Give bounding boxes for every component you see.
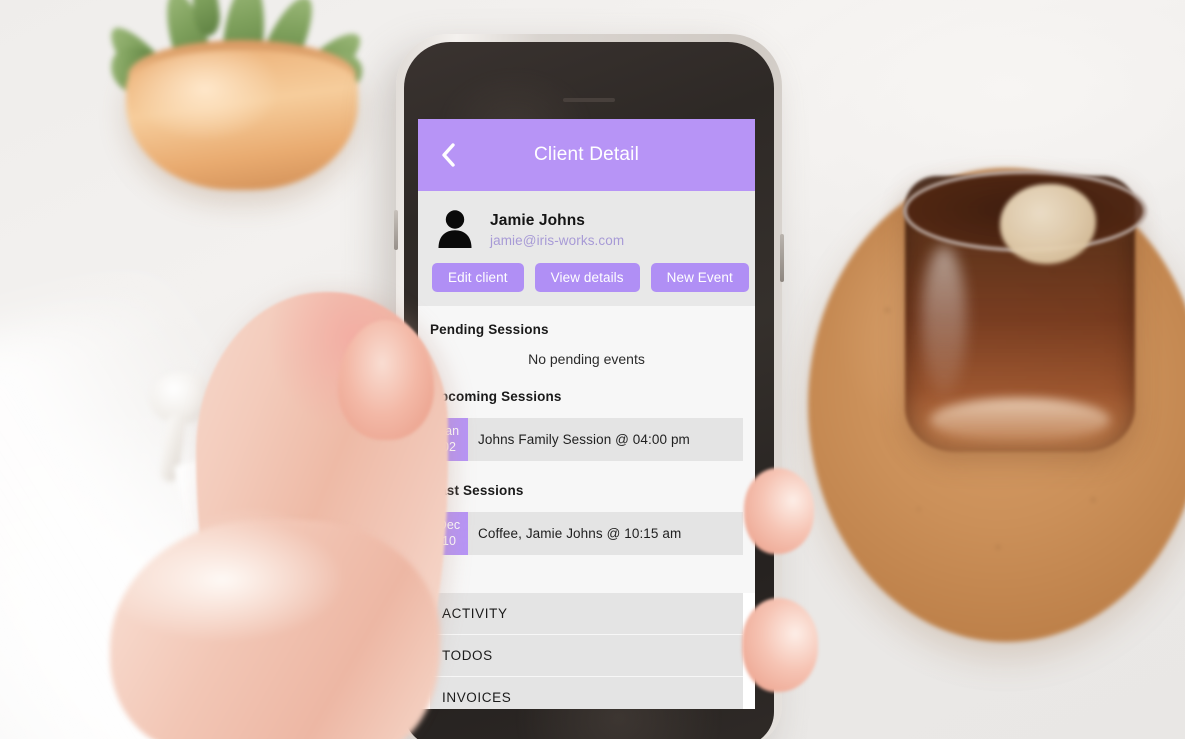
client-text-group: Jamie Johns jamie@iris-works.com — [490, 212, 624, 248]
edit-client-button[interactable]: Edit client — [432, 263, 524, 292]
session-label: Coffee, Jamie Johns @ 10:15 am — [478, 526, 682, 541]
back-button[interactable] — [430, 138, 464, 172]
upcoming-session-row[interactable]: Jan 02 Johns Family Session @ 04:00 pm — [430, 418, 743, 461]
sessions-area: Pending Sessions No pending events Upcom… — [418, 306, 755, 571]
earpiece-speaker — [563, 98, 615, 102]
finger-lower — [742, 598, 818, 692]
menu-item-activity[interactable]: ACTIVITY — [430, 593, 743, 635]
client-summary-card: Jamie Johns jamie@iris-works.com Edit cl… — [418, 191, 755, 306]
pending-sessions-heading: Pending Sessions — [430, 322, 549, 337]
finger-upper — [744, 468, 814, 554]
chevron-left-icon — [439, 142, 456, 168]
detail-menu-list: ACTIVITY TODOS INVOICES — [418, 593, 755, 709]
avatar — [432, 207, 478, 253]
pending-empty-message: No pending events — [528, 351, 645, 367]
past-sessions-heading: Past Sessions — [430, 483, 524, 498]
person-avatar-icon — [434, 207, 476, 254]
power-button[interactable] — [780, 234, 784, 282]
glass-base-reflection — [930, 398, 1110, 442]
upcoming-sessions-heading: Upcoming Sessions — [430, 389, 562, 404]
client-name: Jamie Johns — [490, 212, 586, 229]
potted-succulent-plant — [96, 0, 396, 244]
past-session-row[interactable]: Dec 10 Coffee, Jamie Johns @ 10:15 am — [430, 512, 743, 555]
view-details-button[interactable]: View details — [534, 263, 640, 292]
page-title: Client Detail — [533, 144, 640, 165]
client-email[interactable]: jamie@iris-works.com — [490, 233, 624, 248]
glass-highlight — [922, 246, 966, 396]
client-identity-row: Jamie Johns jamie@iris-works.com — [418, 203, 755, 263]
menu-item-invoices[interactable]: INVOICES — [430, 677, 743, 709]
app-header: Client Detail — [418, 119, 755, 191]
photo-scene: Client Detail Jamie Johns jamie@iris-wor… — [0, 0, 1185, 739]
list-spacer — [418, 571, 755, 593]
new-event-button[interactable]: New Event — [650, 263, 749, 292]
palm — [110, 520, 440, 739]
volume-button[interactable] — [394, 210, 398, 250]
client-action-row: Edit client View details New Event — [418, 263, 755, 306]
session-label: Johns Family Session @ 04:00 pm — [478, 432, 690, 447]
phone-screen: Client Detail Jamie Johns jamie@iris-wor… — [418, 119, 755, 709]
menu-item-todos[interactable]: TODOS — [430, 635, 743, 677]
